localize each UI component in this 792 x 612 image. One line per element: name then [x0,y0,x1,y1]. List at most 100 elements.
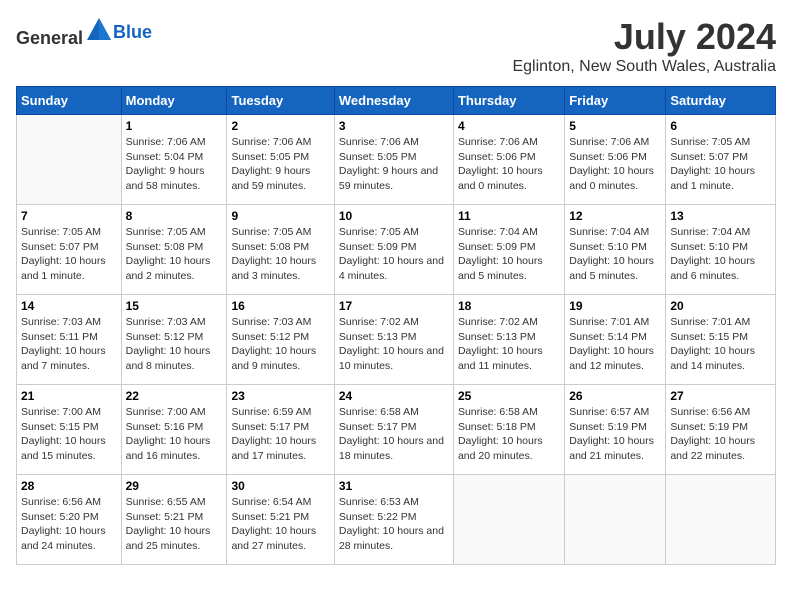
calendar-cell: 11 Sunrise: 7:04 AMSunset: 5:09 PMDayligh… [453,205,564,295]
week-row-2: 14 Sunrise: 7:03 AMSunset: 5:11 PMDayligh… [17,295,776,385]
calendar-cell: 10 Sunrise: 7:05 AMSunset: 5:09 PMDayligh… [334,205,453,295]
day-info: Sunrise: 7:06 AMSunset: 5:05 PMDaylight:… [231,135,329,194]
day-number: 11 [458,209,560,223]
header-day-sunday: Sunday [17,87,122,115]
day-number: 14 [21,299,117,313]
calendar-cell: 14 Sunrise: 7:03 AMSunset: 5:11 PMDayligh… [17,295,122,385]
day-info: Sunrise: 7:05 AMSunset: 5:08 PMDaylight:… [126,225,223,284]
day-info: Sunrise: 6:53 AMSunset: 5:22 PMDaylight:… [339,495,449,554]
day-number: 2 [231,119,329,133]
calendar-cell [453,475,564,565]
day-number: 28 [21,479,117,493]
calendar-cell: 2 Sunrise: 7:06 AMSunset: 5:05 PMDaylight… [227,115,334,205]
day-info: Sunrise: 7:05 AMSunset: 5:09 PMDaylight:… [339,225,449,284]
day-number: 21 [21,389,117,403]
day-number: 29 [126,479,223,493]
day-info: Sunrise: 6:57 AMSunset: 5:19 PMDaylight:… [569,405,661,464]
day-number: 9 [231,209,329,223]
calendar-table: SundayMondayTuesdayWednesdayThursdayFrid… [16,86,776,565]
day-number: 22 [126,389,223,403]
logo-icon [85,16,113,44]
day-number: 16 [231,299,329,313]
calendar-cell: 18 Sunrise: 7:02 AMSunset: 5:13 PMDayligh… [453,295,564,385]
day-number: 7 [21,209,117,223]
calendar-cell: 24 Sunrise: 6:58 AMSunset: 5:17 PMDayligh… [334,385,453,475]
calendar-cell: 6 Sunrise: 7:05 AMSunset: 5:07 PMDaylight… [666,115,776,205]
day-info: Sunrise: 7:04 AMSunset: 5:10 PMDaylight:… [670,225,771,284]
day-info: Sunrise: 6:56 AMSunset: 5:19 PMDaylight:… [670,405,771,464]
day-number: 24 [339,389,449,403]
header-day-tuesday: Tuesday [227,87,334,115]
calendar-cell [565,475,666,565]
day-number: 1 [126,119,223,133]
header-day-friday: Friday [565,87,666,115]
day-info: Sunrise: 6:54 AMSunset: 5:21 PMDaylight:… [231,495,329,554]
logo: General Blue [16,16,152,49]
day-info: Sunrise: 7:05 AMSunset: 5:08 PMDaylight:… [231,225,329,284]
day-number: 12 [569,209,661,223]
calendar-cell: 26Sunrise: 6:57 AMSunset: 5:19 PMDayligh… [565,385,666,475]
calendar-cell: 31 Sunrise: 6:53 AMSunset: 5:22 PMDayligh… [334,475,453,565]
header-day-saturday: Saturday [666,87,776,115]
day-number: 27 [670,389,771,403]
day-number: 25 [458,389,560,403]
day-number: 4 [458,119,560,133]
day-number: 18 [458,299,560,313]
title-area: July 2024 Eglinton, New South Wales, Aus… [512,16,776,76]
day-info: Sunrise: 6:55 AMSunset: 5:21 PMDaylight:… [126,495,223,554]
calendar-cell [17,115,122,205]
calendar-cell: 17 Sunrise: 7:02 AMSunset: 5:13 PMDayligh… [334,295,453,385]
location-title: Eglinton, New South Wales, Australia [512,58,776,76]
calendar-cell: 1 Sunrise: 7:06 AMSunset: 5:04 PMDaylight… [121,115,227,205]
week-row-4: 28 Sunrise: 6:56 AMSunset: 5:20 PMDayligh… [17,475,776,565]
day-number: 17 [339,299,449,313]
day-info: Sunrise: 7:04 AMSunset: 5:09 PMDaylight:… [458,225,560,284]
day-info: Sunrise: 7:00 AMSunset: 5:16 PMDaylight:… [126,405,223,464]
week-row-3: 21 Sunrise: 7:00 AMSunset: 5:15 PMDayligh… [17,385,776,475]
day-info: Sunrise: 7:02 AMSunset: 5:13 PMDaylight:… [339,315,449,374]
header-day-wednesday: Wednesday [334,87,453,115]
logo-blue: Blue [113,22,152,42]
day-info: Sunrise: 7:01 AMSunset: 5:14 PMDaylight:… [569,315,661,374]
calendar-cell [666,475,776,565]
calendar-cell: 22 Sunrise: 7:00 AMSunset: 5:16 PMDayligh… [121,385,227,475]
calendar-cell: 20Sunrise: 7:01 AMSunset: 5:15 PMDayligh… [666,295,776,385]
calendar-cell: 7 Sunrise: 7:05 AMSunset: 5:07 PMDaylight… [17,205,122,295]
calendar-cell: 29 Sunrise: 6:55 AMSunset: 5:21 PMDayligh… [121,475,227,565]
day-number: 15 [126,299,223,313]
day-number: 6 [670,119,771,133]
calendar-cell: 16 Sunrise: 7:03 AMSunset: 5:12 PMDayligh… [227,295,334,385]
day-number: 13 [670,209,771,223]
calendar-cell: 21 Sunrise: 7:00 AMSunset: 5:15 PMDayligh… [17,385,122,475]
day-number: 20 [670,299,771,313]
day-info: Sunrise: 7:02 AMSunset: 5:13 PMDaylight:… [458,315,560,374]
header: General Blue July 2024 Eglinton, New Sou… [16,16,776,76]
day-info: Sunrise: 7:04 AMSunset: 5:10 PMDaylight:… [569,225,661,284]
week-row-0: 1 Sunrise: 7:06 AMSunset: 5:04 PMDaylight… [17,115,776,205]
day-info: Sunrise: 7:00 AMSunset: 5:15 PMDaylight:… [21,405,117,464]
day-number: 3 [339,119,449,133]
day-info: Sunrise: 7:03 AMSunset: 5:12 PMDaylight:… [231,315,329,374]
day-number: 10 [339,209,449,223]
calendar-cell: 5Sunrise: 7:06 AMSunset: 5:06 PMDaylight… [565,115,666,205]
header-row: SundayMondayTuesdayWednesdayThursdayFrid… [17,87,776,115]
calendar-cell: 4Sunrise: 7:06 AMSunset: 5:06 PMDaylight… [453,115,564,205]
day-number: 31 [339,479,449,493]
calendar-cell: 15Sunrise: 7:03 AMSunset: 5:12 PMDayligh… [121,295,227,385]
day-info: Sunrise: 6:59 AMSunset: 5:17 PMDaylight:… [231,405,329,464]
calendar-cell: 27 Sunrise: 6:56 AMSunset: 5:19 PMDayligh… [666,385,776,475]
day-number: 23 [231,389,329,403]
day-info: Sunrise: 7:06 AMSunset: 5:04 PMDaylight:… [126,135,223,194]
day-info: Sunrise: 7:06 AMSunset: 5:06 PMDaylight:… [569,135,661,194]
day-info: Sunrise: 7:05 AMSunset: 5:07 PMDaylight:… [670,135,771,194]
day-number: 30 [231,479,329,493]
calendar-cell: 28 Sunrise: 6:56 AMSunset: 5:20 PMDayligh… [17,475,122,565]
calendar-cell: 30 Sunrise: 6:54 AMSunset: 5:21 PMDayligh… [227,475,334,565]
calendar-cell: 19Sunrise: 7:01 AMSunset: 5:14 PMDayligh… [565,295,666,385]
day-info: Sunrise: 6:56 AMSunset: 5:20 PMDaylight:… [21,495,117,554]
day-info: Sunrise: 7:03 AMSunset: 5:11 PMDaylight:… [21,315,117,374]
calendar-cell: 25Sunrise: 6:58 AMSunset: 5:18 PMDayligh… [453,385,564,475]
logo-general: General [16,28,83,48]
day-info: Sunrise: 7:05 AMSunset: 5:07 PMDaylight:… [21,225,117,284]
day-info: Sunrise: 6:58 AMSunset: 5:17 PMDaylight:… [339,405,449,464]
